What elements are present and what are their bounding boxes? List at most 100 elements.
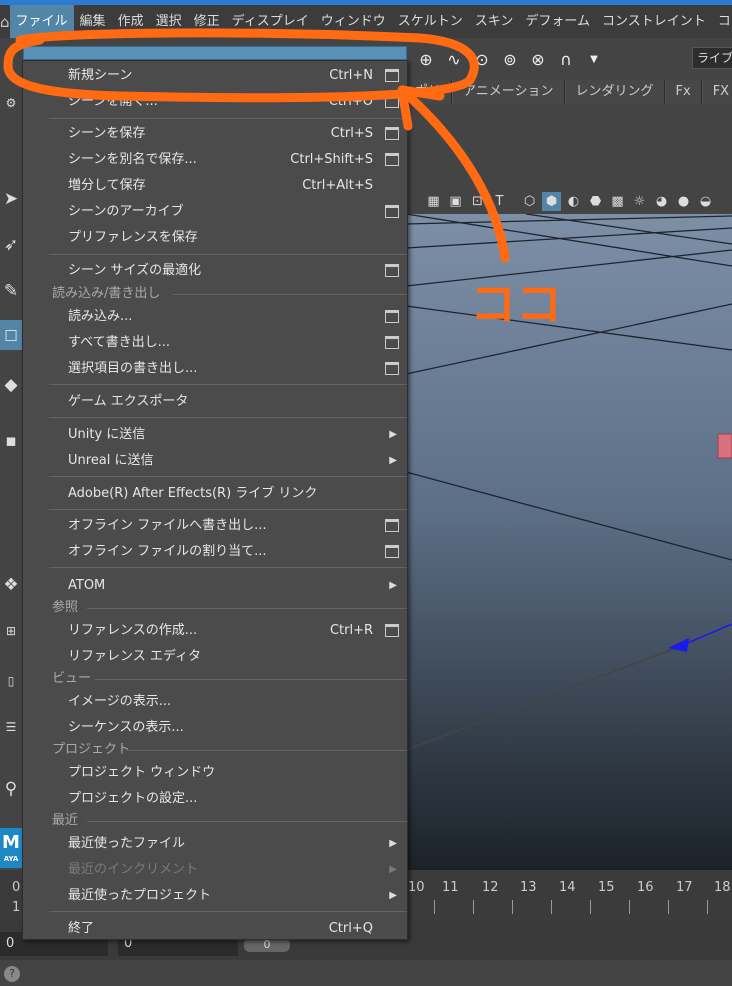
menu-skeleton[interactable]: スケルトン xyxy=(392,5,469,38)
wireframe-icon[interactable]: ⬡ xyxy=(520,192,539,211)
menu-item-project-window[interactable]: プロジェクト ウィンドウ xyxy=(23,760,407,786)
chevron-down-icon[interactable]: ▼ xyxy=(583,54,605,65)
text-icon[interactable]: T xyxy=(490,192,509,211)
option-box-icon[interactable] xyxy=(385,336,399,349)
layout-single-icon[interactable]: ❖ xyxy=(0,570,22,600)
search-icon[interactable]: ⚲ xyxy=(0,774,22,804)
menu-item-label: リファレンス エディタ xyxy=(68,649,201,664)
option-box-icon[interactable] xyxy=(385,153,399,166)
menu-item-reference-editor[interactable]: リファレンス エディタ xyxy=(23,644,407,670)
perspective-viewport[interactable] xyxy=(406,214,732,870)
select-tool-icon[interactable]: ➤ xyxy=(0,184,22,214)
gear-icon[interactable]: ⚙ xyxy=(0,88,22,118)
menu-modify[interactable]: 修正 xyxy=(188,5,226,38)
film-gate-icon[interactable]: ⊡ xyxy=(468,192,487,211)
menu-item-view-image[interactable]: イメージの表示... xyxy=(23,689,407,715)
lasso-tool-icon[interactable]: ➶ xyxy=(0,230,22,260)
menu-file[interactable]: ファイル xyxy=(9,5,74,38)
menu-item-optimize-scene[interactable]: シーン サイズの最適化 xyxy=(23,258,407,284)
option-box-icon[interactable] xyxy=(385,362,399,375)
move-tool-icon[interactable]: ◻ xyxy=(0,320,22,350)
light-icon[interactable]: ☼ xyxy=(630,192,649,211)
snap-surface-icon[interactable]: ⊗ xyxy=(527,50,549,69)
menu-control[interactable]: コント xyxy=(712,5,732,38)
option-box-icon[interactable] xyxy=(385,264,399,277)
layout-four-icon[interactable]: ⊞ xyxy=(0,616,22,646)
menu-item-set-project[interactable]: プロジェクトの設定... xyxy=(23,786,407,812)
menu-item-save-scene-as[interactable]: シーンを別名で保存... Ctrl+Shift+S xyxy=(23,147,407,173)
menu-item-save-scene[interactable]: シーンを保存 Ctrl+S xyxy=(23,121,407,147)
live-surface-combo[interactable]: ライブ xyxy=(692,47,732,69)
menu-edit[interactable]: 編集 xyxy=(74,5,112,38)
menu-item-import[interactable]: 読み込み... xyxy=(23,304,407,330)
tab-fx-caching[interactable]: FX xyxy=(701,80,732,104)
menu-item-send-to-unreal[interactable]: Unreal に送信 ▶ xyxy=(23,448,407,474)
menu-display[interactable]: ディスプレイ xyxy=(226,5,315,38)
menu-item-recent-files[interactable]: 最近使ったファイル ▶ xyxy=(23,831,407,857)
menu-window[interactable]: ウィンドウ xyxy=(315,5,392,38)
menu-item-save-preferences[interactable]: プリファレンスを保存 xyxy=(23,225,407,251)
snap-view-icon[interactable]: ⊚ xyxy=(499,50,521,69)
menu-item-open-scene[interactable]: シーンを開く... Ctrl+O xyxy=(23,89,407,115)
shade-wire-icon[interactable]: ◐ xyxy=(564,192,583,211)
menu-tearoff-bar[interactable] xyxy=(23,46,407,60)
outliner-icon[interactable]: ☰ xyxy=(0,712,22,742)
checker-icon[interactable]: ▩ xyxy=(608,192,627,211)
option-box-icon[interactable] xyxy=(385,127,399,140)
menu-item-recent-projects[interactable]: 最近使ったプロジェクト ▶ xyxy=(23,883,407,909)
snap-grid-icon[interactable]: ⊕ xyxy=(415,50,437,69)
menu-item-label: 最近のインクリメント xyxy=(68,862,199,877)
menu-item-create-reference[interactable]: リファレンスの作成... Ctrl+R xyxy=(23,618,407,644)
snap-curve-icon[interactable]: ∿ xyxy=(443,50,465,69)
option-box-icon[interactable] xyxy=(385,205,399,218)
tab-fx[interactable]: Fx xyxy=(664,80,702,104)
menu-deform[interactable]: デフォーム xyxy=(519,5,596,38)
menu-item-export-selection[interactable]: 選択項目の書き出し... xyxy=(23,356,407,382)
option-box-icon[interactable] xyxy=(385,310,399,323)
menu-item-increment-save[interactable]: 増分して保存 Ctrl+Alt+S xyxy=(23,173,407,199)
tab-rendering[interactable]: レンダリング xyxy=(564,80,665,104)
option-box-icon[interactable] xyxy=(385,545,399,558)
section-recent: 最近 xyxy=(52,813,79,828)
grid-icon[interactable]: ▦ xyxy=(424,192,443,211)
menu-item-view-sequence[interactable]: シーケンスの表示... xyxy=(23,715,407,741)
menu-item-atom[interactable]: ATOM ▶ xyxy=(23,573,407,599)
menu-item-exit[interactable]: 終了 Ctrl+Q xyxy=(23,916,407,942)
smooth-shade-icon[interactable]: ⬢ xyxy=(542,191,561,211)
menu-separator xyxy=(49,118,407,119)
menu-item-after-effects-live-link[interactable]: Adobe(R) After Effects(R) ライブ リンク xyxy=(23,481,407,507)
rotate-tool-icon[interactable]: ◆ xyxy=(0,370,22,400)
shadow-icon[interactable]: ◕ xyxy=(652,192,671,211)
magnet-icon[interactable]: ∩ xyxy=(555,50,577,69)
home-icon[interactable]: ⌂ xyxy=(0,5,10,38)
paint-select-icon[interactable]: ✎ xyxy=(0,276,22,306)
option-box-icon[interactable] xyxy=(385,69,399,82)
menu-item-send-to-unity[interactable]: Unity に送信 ▶ xyxy=(23,422,407,448)
menu-item-export-all[interactable]: すべて書き出し... xyxy=(23,330,407,356)
help-icon[interactable]: ? xyxy=(4,966,20,982)
textured-icon[interactable]: ⬣ xyxy=(586,192,605,211)
tab-poly[interactable]: ポリ xyxy=(406,80,453,104)
snap-point-icon[interactable]: ⊙ xyxy=(471,50,493,69)
camera-icon[interactable]: ▣ xyxy=(446,192,465,211)
option-box-icon[interactable] xyxy=(385,95,399,108)
menu-item-label: すべて書き出し... xyxy=(68,335,170,350)
more-icon[interactable]: ◒ xyxy=(696,192,715,211)
menu-item-game-exporter[interactable]: ゲーム エクスポータ xyxy=(23,389,407,415)
option-box-icon[interactable] xyxy=(385,519,399,532)
menu-item-export-offline-file[interactable]: オフライン ファイルへ書き出し... xyxy=(23,513,407,539)
submenu-arrow-icon: ▶ xyxy=(389,864,397,875)
ambient-occlusion-icon[interactable]: ● xyxy=(674,192,693,211)
menu-select[interactable]: 選択 xyxy=(150,5,188,38)
menu-skin[interactable]: スキン xyxy=(469,5,520,38)
menu-item-assign-offline-file[interactable]: オフライン ファイルの割り当て... xyxy=(23,539,407,565)
option-box-icon[interactable] xyxy=(385,624,399,637)
tab-animation[interactable]: アニメーション xyxy=(452,80,565,104)
menu-item-archive-scene[interactable]: シーンのアーカイブ xyxy=(23,199,407,225)
menu-create[interactable]: 作成 xyxy=(112,5,150,38)
menu-constraint[interactable]: コンストレイント xyxy=(596,5,712,38)
layout-two-icon[interactable]: ▯ xyxy=(0,666,22,696)
scale-tool-icon[interactable]: ▪ xyxy=(0,426,22,456)
menu-item-new-scene[interactable]: 新規シーン Ctrl+N xyxy=(23,63,407,89)
section-reference: 参照 xyxy=(52,600,79,615)
